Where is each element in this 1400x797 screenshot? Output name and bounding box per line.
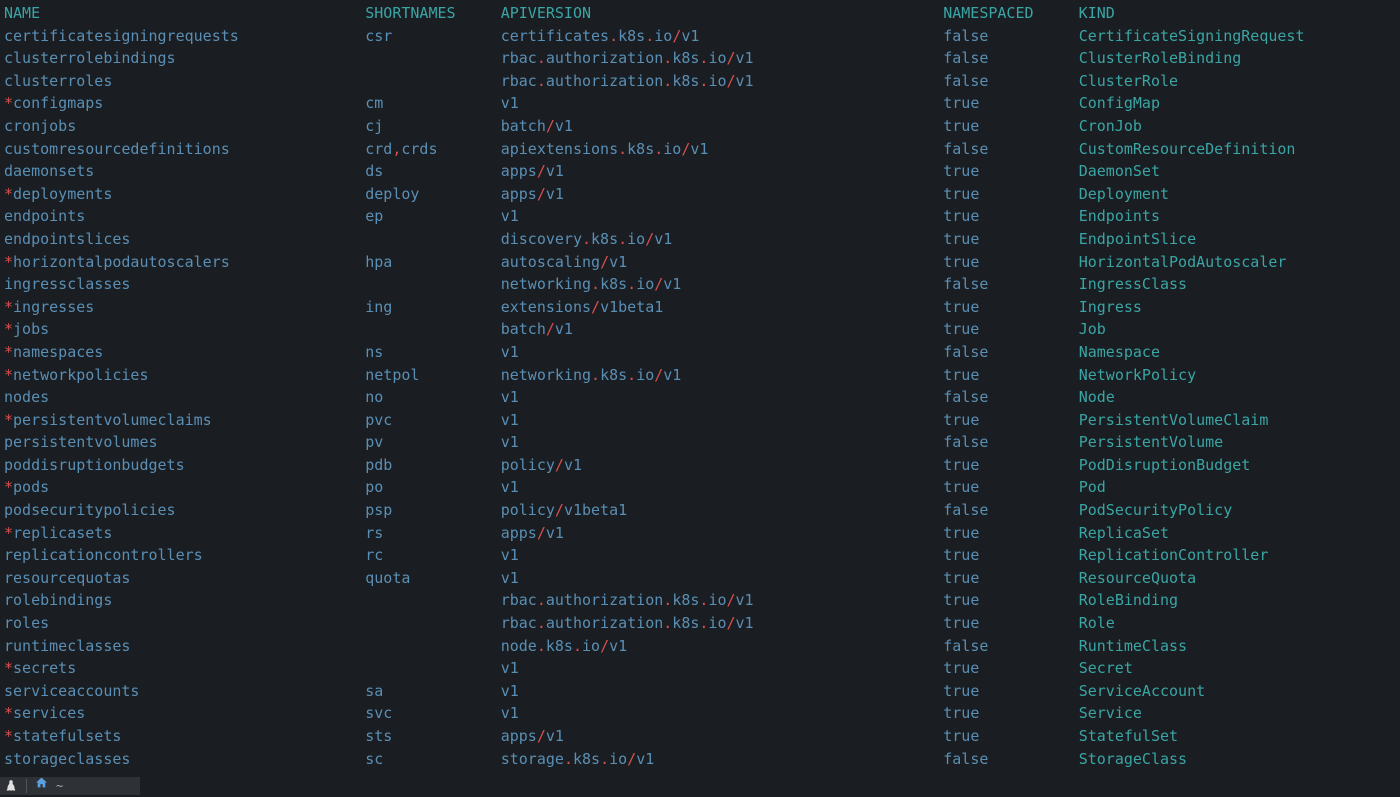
taskbar: ~ xyxy=(0,777,140,795)
table-row[interactable]: roles rbac.authorization.k8s.io/v1 true … xyxy=(4,612,1396,635)
path-tilde: ~ xyxy=(56,775,63,797)
table-row[interactable]: persistentvolumes pv v1 false Persistent… xyxy=(4,431,1396,454)
table-row[interactable]: poddisruptionbudgets pdb policy/v1 true … xyxy=(4,454,1396,477)
table-row[interactable]: serviceaccounts sa v1 true ServiceAccoun… xyxy=(4,680,1396,703)
table-row[interactable]: podsecuritypolicies psp policy/v1beta1 f… xyxy=(4,499,1396,522)
table-row[interactable]: *horizontalpodautoscalers hpa autoscalin… xyxy=(4,251,1396,274)
table-row[interactable]: customresourcedefinitions crd,crds apiex… xyxy=(4,138,1396,161)
table-row[interactable]: endpoints ep v1 true Endpoints xyxy=(4,205,1396,228)
table-row[interactable]: *statefulsets sts apps/v1 true StatefulS… xyxy=(4,725,1396,748)
table-row[interactable]: nodes no v1 false Node xyxy=(4,386,1396,409)
table-row[interactable]: *jobs batch/v1 true Job xyxy=(4,318,1396,341)
table-row[interactable]: endpointslices discovery.k8s.io/v1 true … xyxy=(4,228,1396,251)
table-row[interactable]: storageclasses sc storage.k8s.io/v1 fals… xyxy=(4,748,1396,771)
table-row[interactable]: *replicasets rs apps/v1 true ReplicaSet xyxy=(4,522,1396,545)
table-row[interactable]: certificatesigningrequests csr certifica… xyxy=(4,25,1396,48)
table-row[interactable]: *secrets v1 true Secret xyxy=(4,657,1396,680)
table-row[interactable]: runtimeclasses node.k8s.io/v1 false Runt… xyxy=(4,635,1396,658)
table-row[interactable]: cronjobs cj batch/v1 true CronJob xyxy=(4,115,1396,138)
table-row[interactable]: *ingresses ing extensions/v1beta1 true I… xyxy=(4,296,1396,319)
table-row[interactable]: clusterroles rbac.authorization.k8s.io/v… xyxy=(4,70,1396,93)
table-row[interactable]: *persistentvolumeclaims pvc v1 true Pers… xyxy=(4,409,1396,432)
table-row[interactable]: *networkpolicies netpol networking.k8s.i… xyxy=(4,364,1396,387)
table-row[interactable]: *deployments deploy apps/v1 true Deploym… xyxy=(4,183,1396,206)
tux-icon xyxy=(4,779,18,793)
table-row[interactable]: rolebindings rbac.authorization.k8s.io/v… xyxy=(4,589,1396,612)
table-row[interactable]: *namespaces ns v1 false Namespace xyxy=(4,341,1396,364)
table-row[interactable]: resourcequotas quota v1 true ResourceQuo… xyxy=(4,567,1396,590)
table-row[interactable]: ingressclasses networking.k8s.io/v1 fals… xyxy=(4,273,1396,296)
taskbar-separator xyxy=(26,779,27,793)
terminal-output[interactable]: NAME SHORTNAMES APIVERSION NAMESPACED KI… xyxy=(0,0,1400,772)
table-row[interactable]: clusterrolebindings rbac.authorization.k… xyxy=(4,47,1396,70)
table-row[interactable]: daemonsets ds apps/v1 true DaemonSet xyxy=(4,160,1396,183)
table-row[interactable]: *services svc v1 true Service xyxy=(4,702,1396,725)
table-row[interactable]: *configmaps cm v1 true ConfigMap xyxy=(4,92,1396,115)
table-header: NAME SHORTNAMES APIVERSION NAMESPACED KI… xyxy=(4,2,1396,25)
table-row[interactable]: replicationcontrollers rc v1 true Replic… xyxy=(4,544,1396,567)
table-row[interactable]: *pods po v1 true Pod xyxy=(4,476,1396,499)
home-icon[interactable] xyxy=(35,775,48,797)
